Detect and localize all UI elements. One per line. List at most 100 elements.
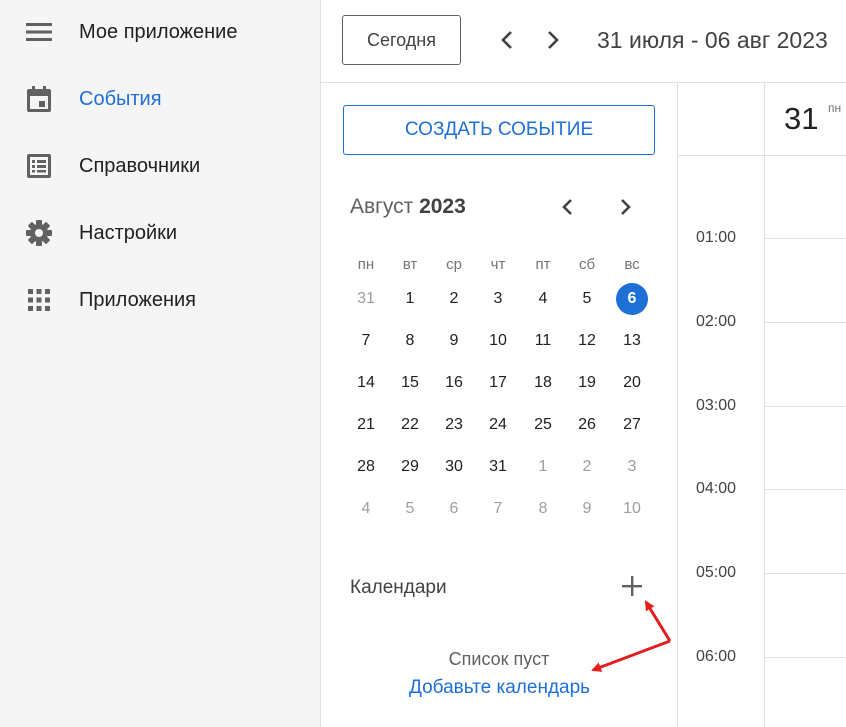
hour-label: 01:00 <box>696 229 737 246</box>
calendar-day[interactable]: 31 <box>344 283 388 315</box>
calendar-day[interactable]: 9 <box>432 325 476 357</box>
day-column-number[interactable]: 31 <box>784 101 818 137</box>
calendar-day[interactable]: 30 <box>432 451 476 483</box>
add-calendar-button[interactable] <box>619 573 645 599</box>
calendar-day[interactable]: 1 <box>521 451 565 483</box>
calendar-day[interactable]: 11 <box>521 325 565 357</box>
calendar-day-number: 20 <box>623 374 641 391</box>
calendar-day[interactable]: 15 <box>388 367 432 399</box>
menu-icon[interactable] <box>25 18 53 46</box>
calendar-day-number: 26 <box>578 416 596 433</box>
calendar-day-number: 22 <box>401 416 419 433</box>
calendar-day[interactable]: 1 <box>388 283 432 315</box>
calendar-day[interactable]: 31 <box>476 451 520 483</box>
hour-gridline <box>764 657 846 658</box>
calendar-day[interactable]: 9 <box>565 493 609 525</box>
calendar-day[interactable]: 13 <box>610 325 654 357</box>
calendar-day[interactable]: 2 <box>565 451 609 483</box>
next-week-button[interactable] <box>539 26 567 54</box>
create-event-button[interactable]: СОЗДАТЬ СОБЫТИЕ <box>343 105 655 155</box>
calendar-day[interactable]: 8 <box>521 493 565 525</box>
weekday-label: ср <box>446 256 462 273</box>
mini-next-month-button[interactable] <box>613 194 639 220</box>
hour-label: 06:00 <box>696 648 737 665</box>
calendar-day-number: 23 <box>445 416 463 433</box>
sidebar-item-references[interactable]: Справочники <box>0 141 320 191</box>
calendar-day[interactable]: 5 <box>388 493 432 525</box>
calendar-day-number: 28 <box>357 458 375 475</box>
calendar-day[interactable]: 3 <box>610 451 654 483</box>
calendar-day[interactable]: 26 <box>565 409 609 441</box>
day-column-weekday: пн <box>828 101 842 115</box>
calendar-day-number: 25 <box>534 416 552 433</box>
calendar-day[interactable]: 20 <box>610 367 654 399</box>
weekday-label: чт <box>490 256 506 273</box>
hour-gridline <box>764 238 846 239</box>
calendar-day[interactable]: 8 <box>388 325 432 357</box>
add-calendar-link[interactable]: Добавьте календарь <box>409 677 590 699</box>
hour-label: 04:00 <box>696 480 737 498</box>
calendar-day-number: 2 <box>449 290 459 307</box>
calendar-day[interactable]: 6 <box>610 283 654 315</box>
sidebar-app-title[interactable]: Мое приложение <box>0 7 320 57</box>
calendar-day[interactable]: 10 <box>610 493 654 525</box>
weekday-label: сб <box>578 256 596 273</box>
calendar-day[interactable]: 16 <box>432 367 476 399</box>
calendar-day-number: 3 <box>493 290 503 307</box>
calendar-day[interactable]: 17 <box>476 367 520 399</box>
calendar-day[interactable]: 25 <box>521 409 565 441</box>
sidebar-item-settings[interactable]: Настройки <box>0 208 320 258</box>
calendar-day[interactable]: 23 <box>432 409 476 441</box>
calendar-day-number: 29 <box>401 458 419 475</box>
calendar-day-number: 2 <box>582 458 592 475</box>
calendar-day-number: 1 <box>538 458 548 475</box>
calendar-day[interactable]: 19 <box>565 367 609 399</box>
list-icon <box>25 152 53 180</box>
sidebar-item-apps[interactable]: Приложения <box>0 275 320 325</box>
calendar-day-number: 21 <box>357 416 375 433</box>
calendar-day-number: 7 <box>361 332 371 349</box>
calendar-day[interactable]: 10 <box>476 325 520 357</box>
calendar-day[interactable]: 5 <box>565 283 609 315</box>
calendar-day[interactable]: 22 <box>388 409 432 441</box>
plus-icon <box>622 576 642 596</box>
calendar-day[interactable]: 6 <box>432 493 476 525</box>
calendar-day[interactable]: 7 <box>476 493 520 525</box>
calendar-icon <box>25 85 53 113</box>
calendar-day[interactable]: 21 <box>344 409 388 441</box>
calendar-day-number: 15 <box>401 374 419 391</box>
calendars-header: Календари <box>350 577 447 598</box>
calendar-day[interactable]: 29 <box>388 451 432 483</box>
calendar-day-number: 8 <box>538 500 548 517</box>
calendar-day[interactable]: 18 <box>521 367 565 399</box>
calendar-day[interactable]: 12 <box>565 325 609 357</box>
calendar-day[interactable]: 27 <box>610 409 654 441</box>
calendar-day-number: 6 <box>449 500 459 517</box>
calendar-day[interactable]: 2 <box>432 283 476 315</box>
sidebar-item-events[interactable]: События <box>0 74 320 124</box>
calendar-day-number: 12 <box>578 332 596 349</box>
chevron-left-icon <box>501 31 512 49</box>
calendar-day-number: 30 <box>445 458 463 475</box>
calendar-panel: СОЗДАТЬ СОБЫТИЕ Август 2023 пн вт ср чт пт сб… <box>321 83 678 727</box>
weekday-label: вс <box>624 256 640 273</box>
mini-prev-month-button[interactable] <box>554 194 580 220</box>
sidebar-item-label: Справочники <box>79 154 201 177</box>
hour-gridline <box>764 573 846 575</box>
calendar-day[interactable]: 7 <box>344 325 388 357</box>
header-divider <box>678 155 846 156</box>
calendar-day[interactable]: 24 <box>476 409 520 441</box>
today-button[interactable]: Сегодня <box>342 15 461 65</box>
calendar-day[interactable]: 4 <box>344 493 388 525</box>
calendar-day[interactable]: 28 <box>344 451 388 483</box>
calendar-day[interactable]: 4 <box>521 283 565 315</box>
calendar-day-number: 31 <box>489 458 507 475</box>
calendar-day-number: 10 <box>489 332 507 349</box>
month-year: 2023 <box>419 195 466 218</box>
calendar-day-number: 4 <box>361 500 371 517</box>
calendar-day[interactable]: 3 <box>476 283 520 315</box>
calendar-day[interactable]: 14 <box>344 367 388 399</box>
prev-week-button[interactable] <box>493 26 521 54</box>
hour-label: 05:00 <box>696 564 737 582</box>
calendar-day-number: 7 <box>493 500 503 517</box>
